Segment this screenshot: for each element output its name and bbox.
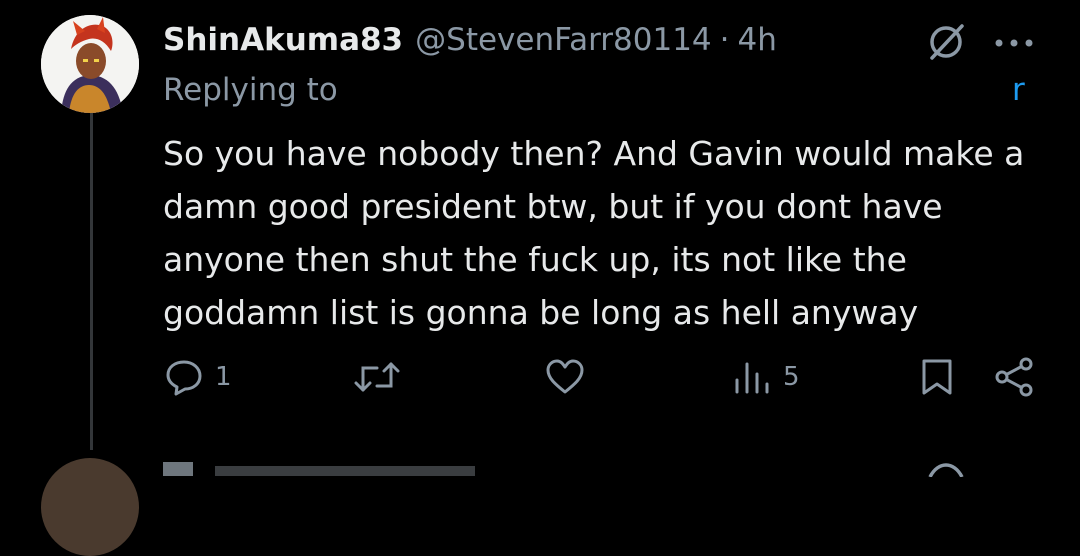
tweet-header: ShinAkuma83 @StevenFarr80114 · 4h bbox=[163, 16, 777, 64]
share-icon bbox=[995, 357, 1033, 397]
grok-icon[interactable] bbox=[924, 20, 968, 64]
views-button[interactable]: 5 bbox=[733, 356, 800, 398]
reply-icon bbox=[166, 360, 202, 396]
reply-count: 1 bbox=[215, 362, 232, 392]
bookmark-button[interactable] bbox=[917, 356, 957, 398]
views-icon bbox=[735, 362, 769, 394]
display-name[interactable]: ShinAkuma83 bbox=[163, 22, 403, 58]
next-reply-avatar[interactable] bbox=[41, 458, 139, 556]
retweet-icon bbox=[354, 362, 400, 392]
tweet-text-line: damn good president btw, but if you dont… bbox=[163, 187, 943, 226]
retweet-button[interactable] bbox=[353, 356, 411, 398]
more-icon[interactable] bbox=[993, 34, 1035, 47]
mention-link[interactable]: r bbox=[1012, 72, 1025, 108]
reply-button[interactable]: 1 bbox=[163, 356, 232, 398]
thread-line bbox=[90, 112, 93, 450]
avatar[interactable] bbox=[41, 15, 139, 113]
tweet-body: So you have nobody then? And Gavin would… bbox=[163, 127, 1063, 339]
tweet-text-line: anyone then shut the fuck up, its not li… bbox=[163, 240, 907, 279]
views-count: 5 bbox=[783, 362, 800, 392]
bookmark-icon bbox=[922, 359, 952, 395]
separator-dot: · bbox=[719, 22, 730, 58]
tweet-text-line: So you have nobody then? And Gavin would… bbox=[163, 134, 1025, 173]
timestamp[interactable]: 4h bbox=[738, 22, 777, 58]
next-reply-handle-partial bbox=[215, 466, 475, 476]
tweet-text-line: goddamn list is gonna be long as hell an… bbox=[163, 293, 919, 332]
replying-to-label: Replying to bbox=[163, 72, 338, 108]
like-button[interactable] bbox=[543, 356, 597, 398]
user-handle[interactable]: @StevenFarr80114 bbox=[415, 22, 712, 58]
share-button[interactable] bbox=[992, 356, 1036, 398]
heart-icon bbox=[546, 359, 584, 394]
